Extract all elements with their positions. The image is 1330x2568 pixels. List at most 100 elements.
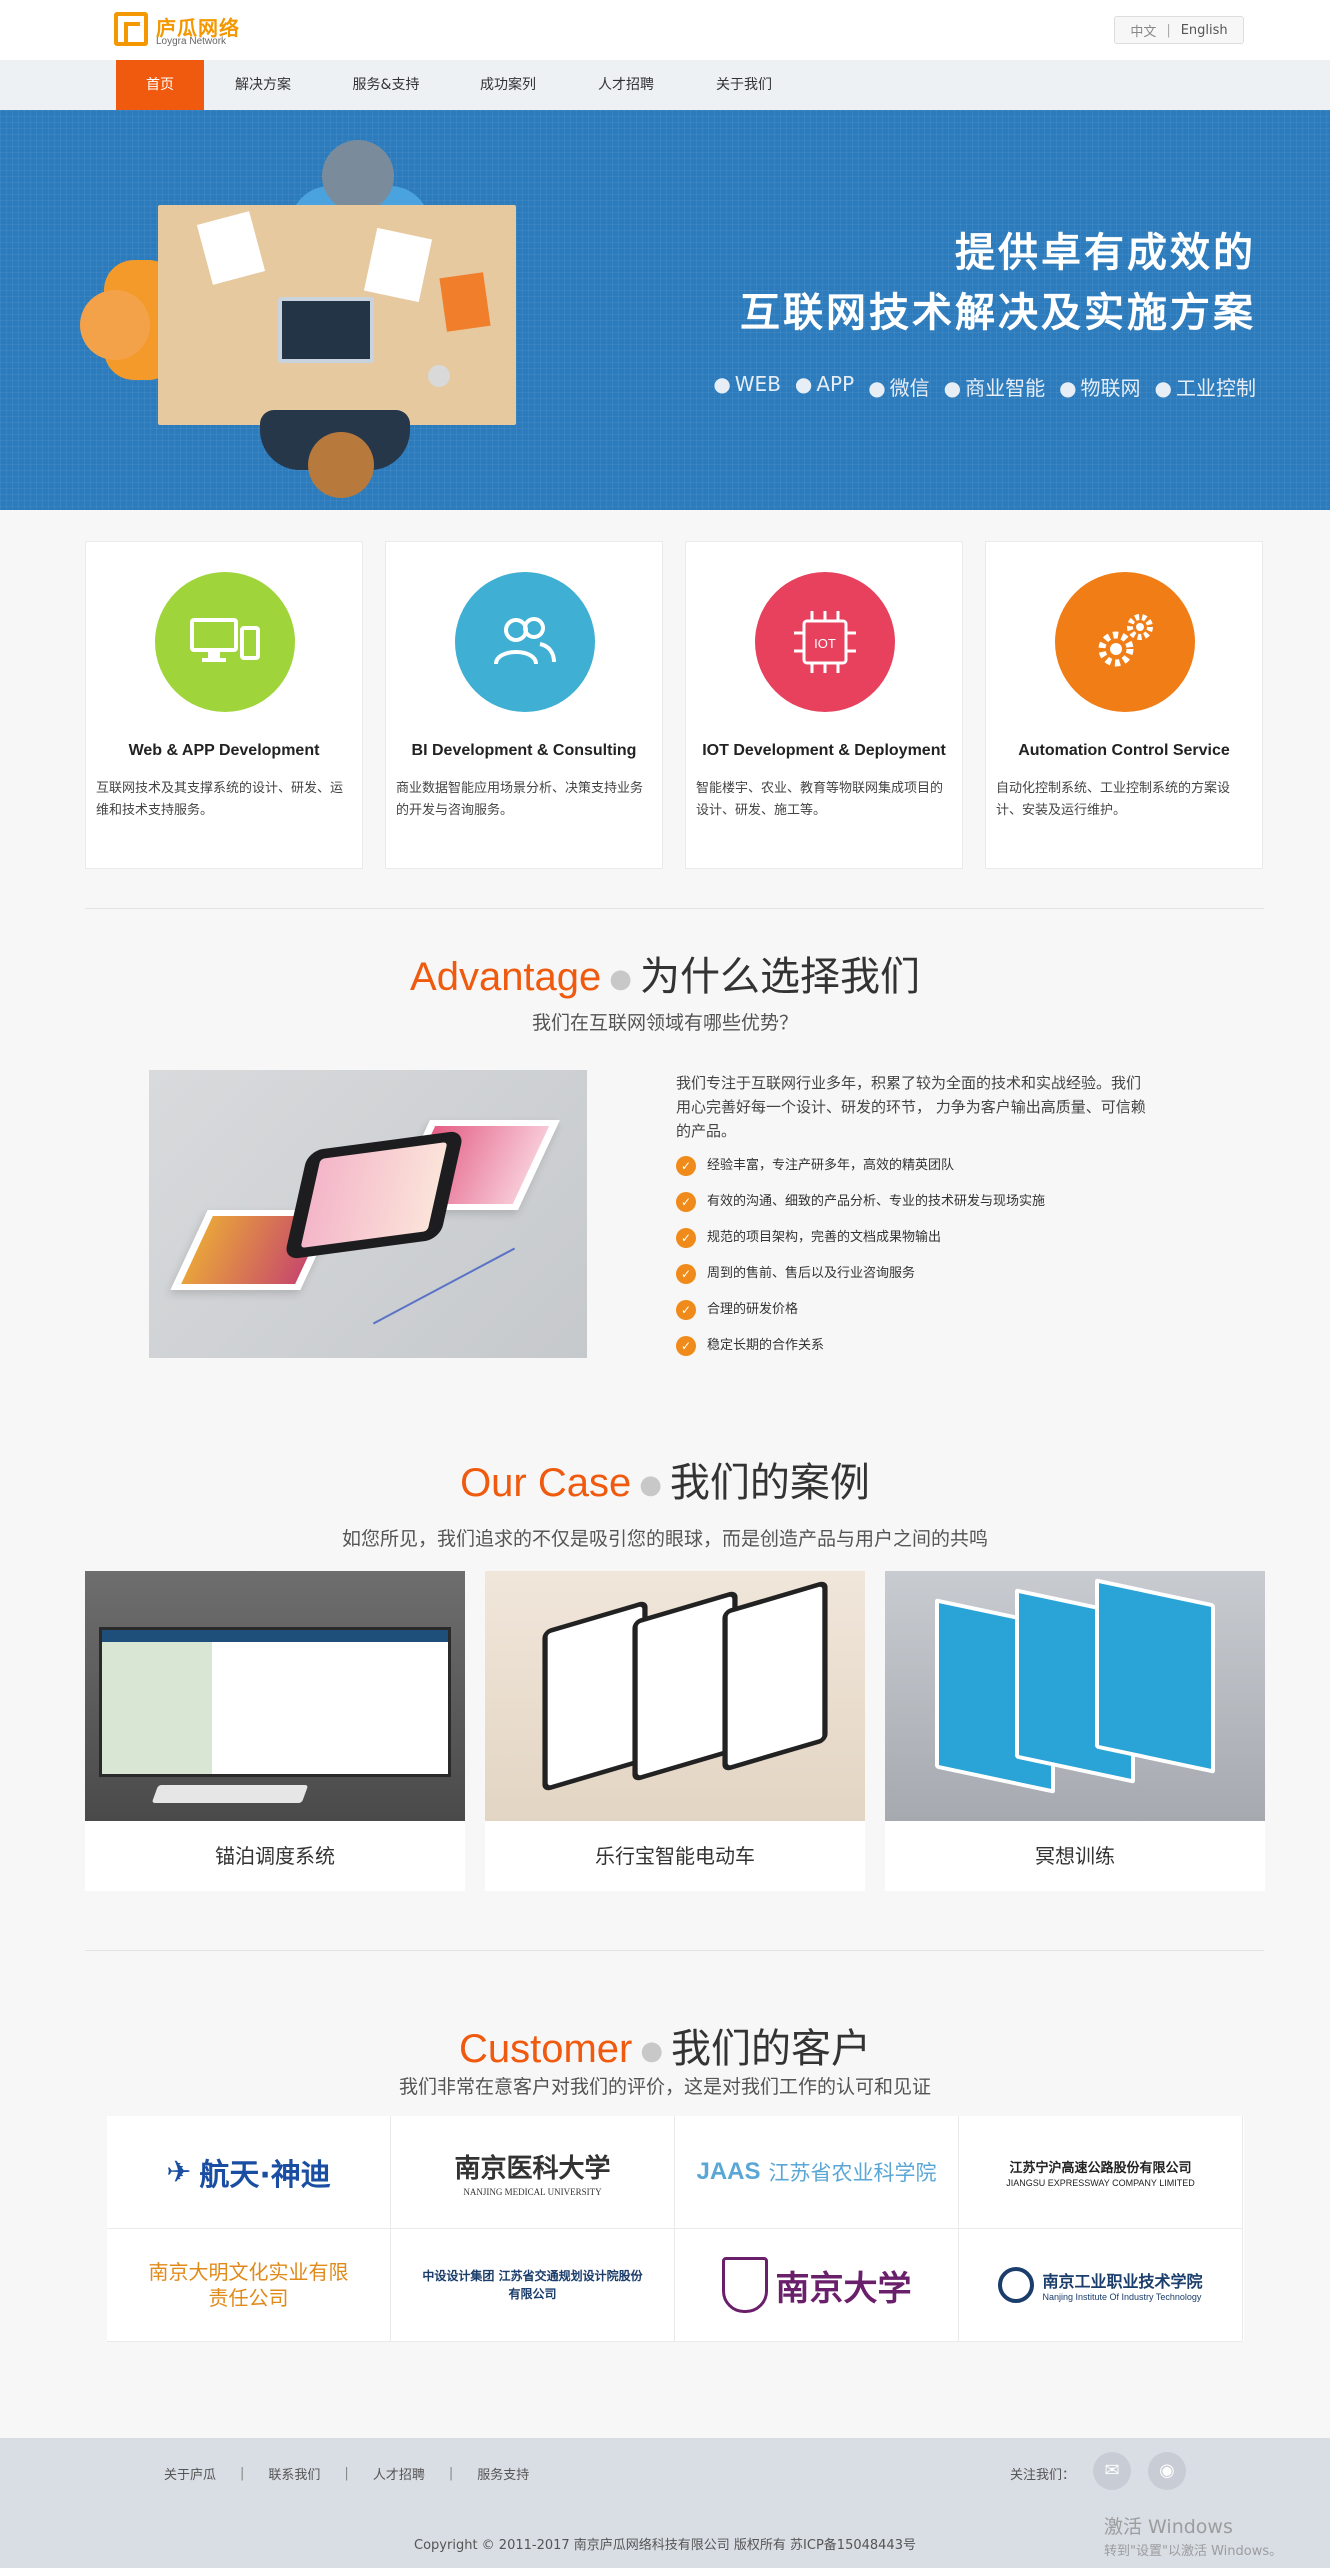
case-image [885, 1571, 1265, 1821]
check-icon: ✓ [676, 1336, 696, 1356]
footer-separator: | [240, 2466, 245, 2481]
advantage-heading: Advantage ● 为什么选择我们 [0, 944, 1330, 1002]
nav-item-solutions[interactable]: 解决方案 [220, 60, 306, 110]
banner-tag: 工业控制 [1155, 372, 1256, 401]
advantage-point: 经验丰富，专注产研多年，高效的精英团队 [707, 1158, 955, 1173]
footer-link-contact[interactable]: 联系我们 [268, 2464, 320, 2483]
customer-name: 南京大学 [775, 2268, 912, 2309]
paper-icon [196, 211, 266, 285]
person-top-head [322, 140, 394, 212]
advantage-point: 稳定长期的合作关系 [707, 1338, 825, 1353]
laptop-icon [278, 297, 374, 363]
lang-chinese-link[interactable]: 中文 [1130, 21, 1156, 40]
service-desc: 互联网技术及其支撑系统的设计、研发、运维和技术支持服务。 [96, 781, 344, 818]
customer-logo[interactable]: 南京大明文化实业有限责任公司 [107, 2229, 391, 2342]
list-item: ✓ 规范的项目架构，完善的文档成果物输出 [676, 1226, 1176, 1262]
footer-link-about[interactable]: 关于庐瓜 [164, 2464, 216, 2483]
customer-logo[interactable]: 南京工业职业技术学院 Nanjing Institute Of Industry… [959, 2229, 1243, 2342]
advantage-subtitle: 我们在互联网领域有哪些优势？ [531, 1012, 798, 1034]
cases-heading-en: Our Case [460, 1461, 632, 1505]
gears-icon [1055, 572, 1195, 712]
windows-activation-hint: 转到"设置"以激活 Windows。 [1104, 2544, 1283, 2559]
service-card-automation[interactable]: Automation Control Service 自动化控制系统、工业控制系… [985, 541, 1263, 869]
footer-links: 关于庐瓜 | 联系我们 | 人才招聘 | 服务支持 [164, 2464, 529, 2483]
customer-mark: JAAS [696, 2158, 761, 2185]
customers-heading: Customer ● 我们的客户 [0, 2016, 1330, 2074]
footer-link-careers[interactable]: 人才招聘 [373, 2464, 425, 2483]
case-card[interactable]: 锚泊调度系统 [85, 1571, 465, 1891]
banner-tag: 商业智能 [944, 372, 1045, 401]
customers-heading-en: Customer [458, 2027, 633, 2071]
customer-name: 南京工业职业技术学院 [1042, 2272, 1203, 2291]
customer-logo[interactable]: ✈ 航天·神迪 [107, 2116, 391, 2229]
logo-mark-icon [114, 12, 148, 46]
nav-item-home[interactable]: 首页 [116, 60, 204, 110]
nav-item-services[interactable]: 服务&支持 [336, 60, 436, 110]
windows-activation-watermark: 激活 Windows [1104, 2516, 1233, 2538]
nav-item-cases[interactable]: 成功案列 [464, 60, 552, 110]
hero-banner: 提供卓有成效的 互联网技术解决及实施方案 WEB APP 微信 商业智能 物联网… [0, 110, 1330, 510]
arrow-icon [372, 1247, 516, 1325]
service-title: Automation Control Service [1018, 742, 1230, 759]
nav-item-careers[interactable]: 人才招聘 [582, 60, 670, 110]
lang-english-link[interactable]: English [1181, 23, 1228, 38]
heading-dot-icon: ● [609, 964, 632, 994]
case-title: 乐行宝智能电动车 [595, 1844, 755, 1868]
aerospace-logo-icon: ✈ [166, 2154, 192, 2190]
lang-separator: | [1166, 22, 1171, 38]
institute-crest-icon [998, 2267, 1035, 2303]
customer-name-en: JIANGSU EXPRESSWAY COMPANY LIMITED [1006, 2177, 1195, 2188]
top-bar: 庐瓜网络 Loygra Network 中文 | English [0, 0, 1330, 60]
nav-item-about[interactable]: 关于我们 [700, 60, 788, 110]
customer-name: 南京医科大学 [454, 2153, 611, 2184]
customer-name: 中设设计集团 江苏省交通规划设计院股份有限公司 [422, 2269, 643, 2301]
case-title: 锚泊调度系统 [215, 1844, 335, 1868]
desk [158, 205, 516, 425]
main-nav: 首页 解决方案 服务&支持 成功案列 人才招聘 关于我们 [0, 60, 1330, 110]
cases-heading: Our Case ● 我们的案例 [0, 1450, 1330, 1508]
wechat-icon[interactable]: ✉ [1093, 2452, 1131, 2490]
customer-logo[interactable]: 南京大学 [675, 2229, 959, 2342]
customer-logo[interactable]: 江苏宁沪高速公路股份有限公司 JIANGSU EXPRESSWAY COMPAN… [959, 2116, 1243, 2229]
customers-subtitle: 我们非常在意客户对我们的评价，这是对我们工作的认可和见证 [398, 2076, 931, 2098]
case-card[interactable]: 乐行宝智能电动车 [485, 1571, 865, 1891]
customer-logo-grid: ✈ 航天·神迪 南京医科大学 NANJING MEDICAL UNIVERSIT… [107, 2116, 1244, 2342]
banner-title-line2: 互联网技术解决及实施方案 [740, 290, 1256, 336]
monitor-image [99, 1627, 451, 1777]
service-title: Web & APP Development [128, 742, 320, 759]
service-title: IOT Development & Deployment [702, 742, 946, 759]
check-icon: ✓ [676, 1228, 696, 1248]
customer-logo[interactable]: 中设设计集团 江苏省交通规划设计院股份有限公司 [391, 2229, 675, 2342]
person-bottom-head [308, 432, 374, 498]
service-card-bi[interactable]: BI Development & Consulting 商业数据智能应用场景分析… [385, 541, 663, 869]
customer-name-block: 南京工业职业技术学院 Nanjing Institute Of Industry… [1042, 2268, 1202, 2302]
customer-name: 南京大明文化实业有限责任公司 [148, 2260, 349, 2310]
customer-logo[interactable]: 南京医科大学 NANJING MEDICAL UNIVERSITY [391, 2116, 675, 2229]
heading-dot-icon: ● [639, 1470, 662, 1500]
monitor-phone-icon [155, 572, 295, 712]
customer-name: 江苏省农业科学院 [768, 2161, 937, 2185]
check-icon: ✓ [676, 1156, 696, 1176]
advantage-intro: 我们专注于互联网行业多年，积累了较为全面的技术和实战经验。我们用心完善好每一个设… [676, 1074, 1146, 1140]
service-card-web[interactable]: Web & APP Development 互联网技术及其支撑系统的设计、研发、… [85, 541, 363, 869]
case-card[interactable]: 冥想训练 [885, 1571, 1265, 1891]
customer-logo[interactable]: JAAS 江苏省农业科学院 [675, 2116, 959, 2229]
list-item: ✓ 经验丰富，专注产研多年，高效的精英团队 [676, 1154, 1176, 1190]
check-icon: ✓ [676, 1264, 696, 1284]
follow-us-label: 关注我们： [1010, 2468, 1076, 2483]
footer-link-support[interactable]: 服务支持 [477, 2464, 529, 2483]
brand-logo[interactable]: 庐瓜网络 Loygra Network [114, 12, 254, 50]
service-desc: 商业数据智能应用场景分析、决策支持业务的开发与咨询服务。 [396, 781, 644, 818]
mug-icon [428, 365, 450, 387]
advantage-point: 有效的沟通、细致的产品分析、专业的技术研发与现场实施 [707, 1194, 1046, 1209]
case-image [85, 1571, 465, 1821]
weibo-icon[interactable]: ◉ [1148, 2452, 1186, 2490]
list-item: ✓ 稳定长期的合作关系 [676, 1334, 1176, 1370]
book-icon [439, 272, 491, 332]
check-icon: ✓ [676, 1300, 696, 1320]
brand-subtitle: Loygra Network [156, 36, 227, 47]
service-card-iot[interactable]: IOT IOT Development & Deployment 智能楼宇、农业… [685, 541, 963, 869]
customer-name-en: Nanjing Institute Of Industry Technology [1042, 2292, 1202, 2302]
university-crest-icon [721, 2257, 768, 2313]
case-title: 冥想训练 [1035, 1844, 1115, 1868]
